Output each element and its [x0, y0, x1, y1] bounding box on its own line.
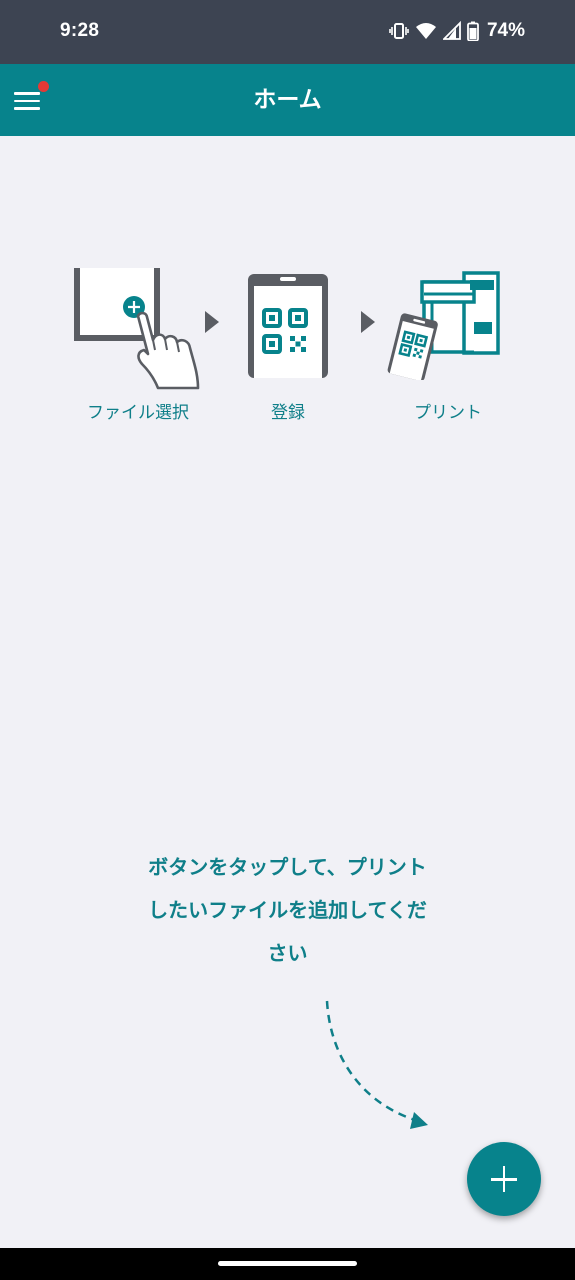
battery-icon: [467, 21, 479, 41]
system-nav-bar: [0, 1248, 575, 1280]
cell-signal-icon: [442, 21, 461, 40]
instruction-line: ボタンをタップして、プリント: [148, 855, 427, 879]
step-label-print: プリント: [414, 403, 482, 423]
step-arrow-icon: [205, 311, 219, 333]
steps-guide: ファイル選択 登録 プリント: [0, 262, 575, 432]
app-bar: ホーム: [0, 64, 575, 136]
status-icons: 74%: [389, 20, 525, 42]
home-gesture-handle[interactable]: [218, 1261, 357, 1266]
instruction-line: さい: [267, 941, 308, 965]
file-select-illustration: [74, 268, 200, 390]
vibrate-icon: [389, 23, 409, 39]
phone-qr-illustration: [248, 274, 328, 378]
step-label-file-select: ファイル選択: [87, 403, 189, 423]
printer-illustration: [387, 271, 500, 380]
step-label-register: 登録: [271, 403, 305, 423]
page-title: ホーム: [253, 87, 322, 113]
step-arrow-icon: [361, 311, 375, 333]
status-time: 9:28: [60, 20, 100, 41]
instruction-text: ボタンをタップして、プリント したいファイルを追加してくだ さい: [110, 846, 465, 975]
status-bar: 9:28 74%: [0, 0, 575, 64]
battery-percent: 74%: [486, 20, 525, 41]
instruction-line: したいファイルを追加してくだ: [148, 898, 427, 922]
add-file-button[interactable]: [467, 1142, 541, 1216]
dashed-arrow-icon: [325, 1000, 428, 1129]
wifi-icon: [415, 23, 436, 39]
